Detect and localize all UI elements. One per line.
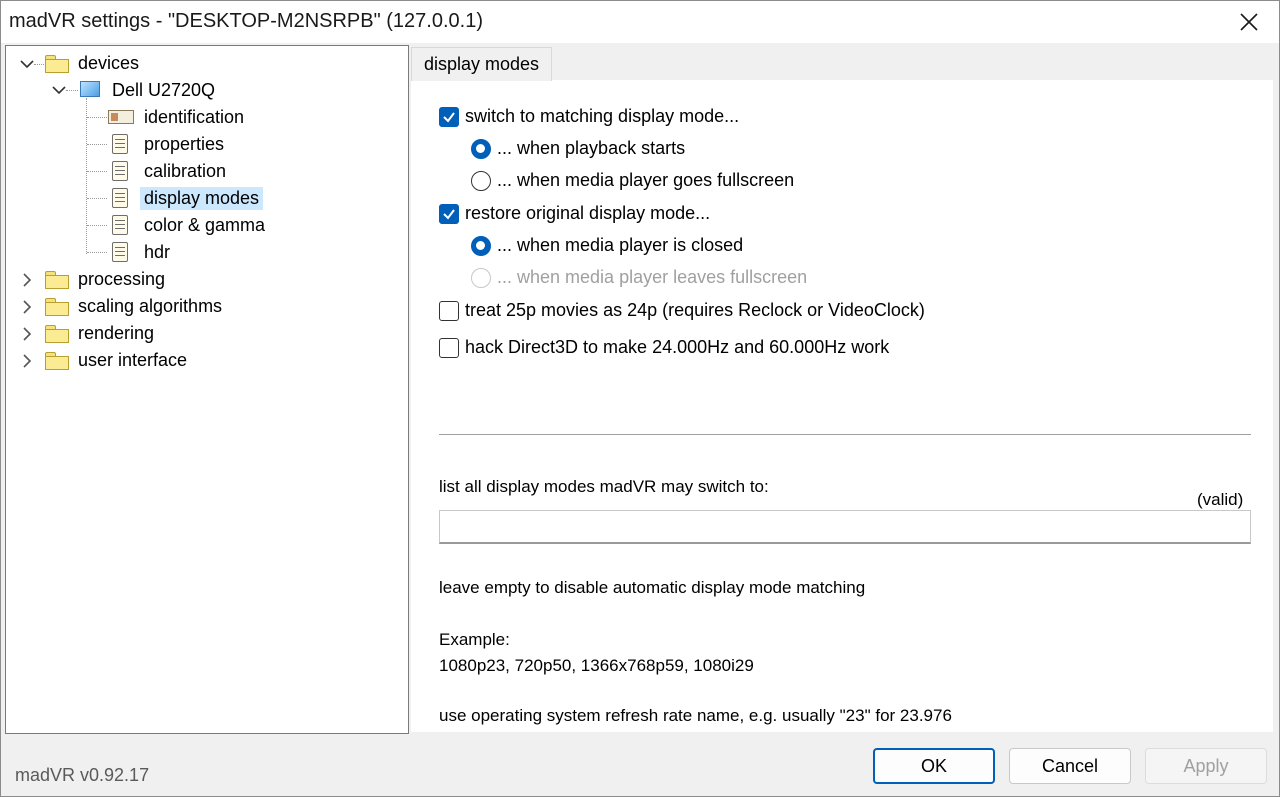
settings-tree[interactable]: devices Dell U2720Q identification prope… [5, 45, 409, 734]
valid-indicator: (valid) [1197, 490, 1244, 509]
tree-connector [87, 117, 107, 118]
treat-25p-checkbox[interactable]: treat 25p movies as 24p (requires Recloc… [439, 300, 925, 321]
settings-content: switch to matching display mode... ... w… [409, 45, 1277, 734]
document-icon [110, 241, 130, 263]
radio-icon [471, 170, 491, 191]
tree-item-scaling-algorithms[interactable]: scaling algorithms [44, 293, 226, 319]
tree-item-monitor[interactable]: Dell U2720Q [78, 77, 219, 103]
tree-item-label: display modes [140, 186, 264, 210]
modes-list-label: list all display modes madVR may switch … [439, 477, 769, 496]
option-label: switch to matching display mode... [465, 106, 740, 126]
folder-icon [44, 296, 70, 316]
document-icon [110, 214, 130, 236]
tree-item-color-gamma[interactable]: color & gamma [110, 212, 269, 238]
tree-item-label: devices [78, 52, 140, 73]
tree-item-label: rendering [78, 322, 155, 343]
tab-panel: switch to matching display mode... ... w… [411, 80, 1273, 732]
tree-connector [86, 98, 87, 254]
restore-original-checkbox[interactable]: restore original display mode... [439, 203, 710, 224]
tree-item-rendering[interactable]: rendering [44, 320, 158, 346]
folder-icon [44, 53, 70, 73]
window-title: madVR settings - "DESKTOP-M2NSRPB" (127.… [9, 10, 483, 32]
monitor-icon [78, 80, 102, 100]
tree-connector [87, 252, 107, 253]
tree-item-label: user interface [78, 349, 188, 370]
tree-item-devices[interactable]: devices [44, 50, 143, 76]
tree-item-label: processing [78, 268, 166, 289]
tree-item-label: Dell U2720Q [112, 79, 216, 100]
chevron-right-icon[interactable] [19, 326, 35, 342]
tree-item-label: calibration [144, 160, 227, 181]
tree-item-display-modes[interactable]: display modes [110, 185, 264, 211]
chevron-down-icon[interactable] [51, 82, 67, 98]
tree-item-label: properties [144, 133, 225, 154]
chevron-down-icon[interactable] [19, 56, 35, 72]
chevron-right-icon[interactable] [19, 353, 35, 369]
checkbox-checked-icon [439, 106, 459, 127]
folder-icon [44, 269, 70, 289]
id-card-icon [108, 108, 134, 126]
ok-button[interactable]: OK [873, 748, 995, 784]
title-bar: madVR settings - "DESKTOP-M2NSRPB" (127.… [1, 1, 1279, 43]
tree-connector [34, 64, 44, 65]
radio-selected-icon [471, 138, 491, 159]
tree-item-label: scaling algorithms [78, 295, 223, 316]
tree-item-identification[interactable]: identification [108, 104, 248, 130]
option-label: ... when media player leaves fullscreen [497, 267, 808, 287]
tree-connector [87, 225, 107, 226]
tree-item-processing[interactable]: processing [44, 266, 169, 292]
tree-connector [87, 144, 107, 145]
example-label: Example: [439, 630, 510, 649]
document-icon [110, 133, 130, 155]
tab-label: display modes [424, 54, 540, 74]
tree-item-calibration[interactable]: calibration [110, 158, 230, 184]
example-value: 1080p23, 720p50, 1366x768p59, 1080i29 [439, 656, 754, 675]
switch-matching-checkbox[interactable]: switch to matching display mode... [439, 106, 739, 127]
when-playback-starts-radio[interactable]: ... when playback starts [471, 138, 685, 159]
version-label: madVR v0.92.17 [15, 765, 150, 785]
refresh-rate-note: use operating system refresh rate name, … [439, 706, 952, 725]
tree-item-user-interface[interactable]: user interface [44, 347, 191, 373]
cancel-button[interactable]: Cancel [1009, 748, 1131, 784]
when-closed-radio[interactable]: ... when media player is closed [471, 235, 743, 256]
radio-disabled-icon [471, 267, 491, 288]
document-icon [110, 187, 130, 209]
radio-selected-icon [471, 235, 491, 256]
tree-connector [87, 198, 107, 199]
option-label: hack Direct3D to make 24.000Hz and 60.00… [465, 337, 890, 357]
checkbox-checked-icon [439, 203, 459, 224]
close-button[interactable] [1219, 1, 1279, 43]
tree-connector [66, 90, 78, 91]
settings-window: madVR settings - "DESKTOP-M2NSRPB" (127.… [0, 0, 1280, 797]
tree-item-label: color & gamma [144, 214, 266, 235]
option-label: restore original display mode... [465, 203, 711, 223]
modes-hint: leave empty to disable automatic display… [439, 578, 866, 597]
folder-icon [44, 323, 70, 343]
option-label: ... when playback starts [497, 138, 686, 158]
option-label: ... when media player is closed [497, 235, 744, 255]
tree-item-properties[interactable]: properties [110, 131, 228, 157]
tree-connector [87, 171, 107, 172]
tree-item-label: identification [144, 106, 245, 127]
close-icon [1240, 13, 1258, 31]
checkbox-icon [439, 337, 459, 358]
when-fullscreen-radio[interactable]: ... when media player goes fullscreen [471, 170, 794, 191]
tree-item-label: hdr [144, 241, 171, 262]
option-label: ... when media player goes fullscreen [497, 170, 795, 190]
apply-button[interactable]: Apply [1145, 748, 1267, 784]
option-label: treat 25p movies as 24p (requires Recloc… [465, 300, 925, 320]
document-icon [110, 160, 130, 182]
folder-icon [44, 350, 70, 370]
when-leaves-fullscreen-radio[interactable]: ... when media player leaves fullscreen [471, 267, 807, 288]
checkbox-icon [439, 300, 459, 321]
tab-display-modes[interactable]: display modes [411, 47, 553, 81]
display-modes-input[interactable] [439, 510, 1251, 544]
chevron-right-icon[interactable] [19, 299, 35, 315]
divider [439, 434, 1251, 435]
hack-direct3d-checkbox[interactable]: hack Direct3D to make 24.000Hz and 60.00… [439, 337, 889, 358]
tree-item-hdr[interactable]: hdr [110, 239, 174, 265]
chevron-right-icon[interactable] [19, 272, 35, 288]
